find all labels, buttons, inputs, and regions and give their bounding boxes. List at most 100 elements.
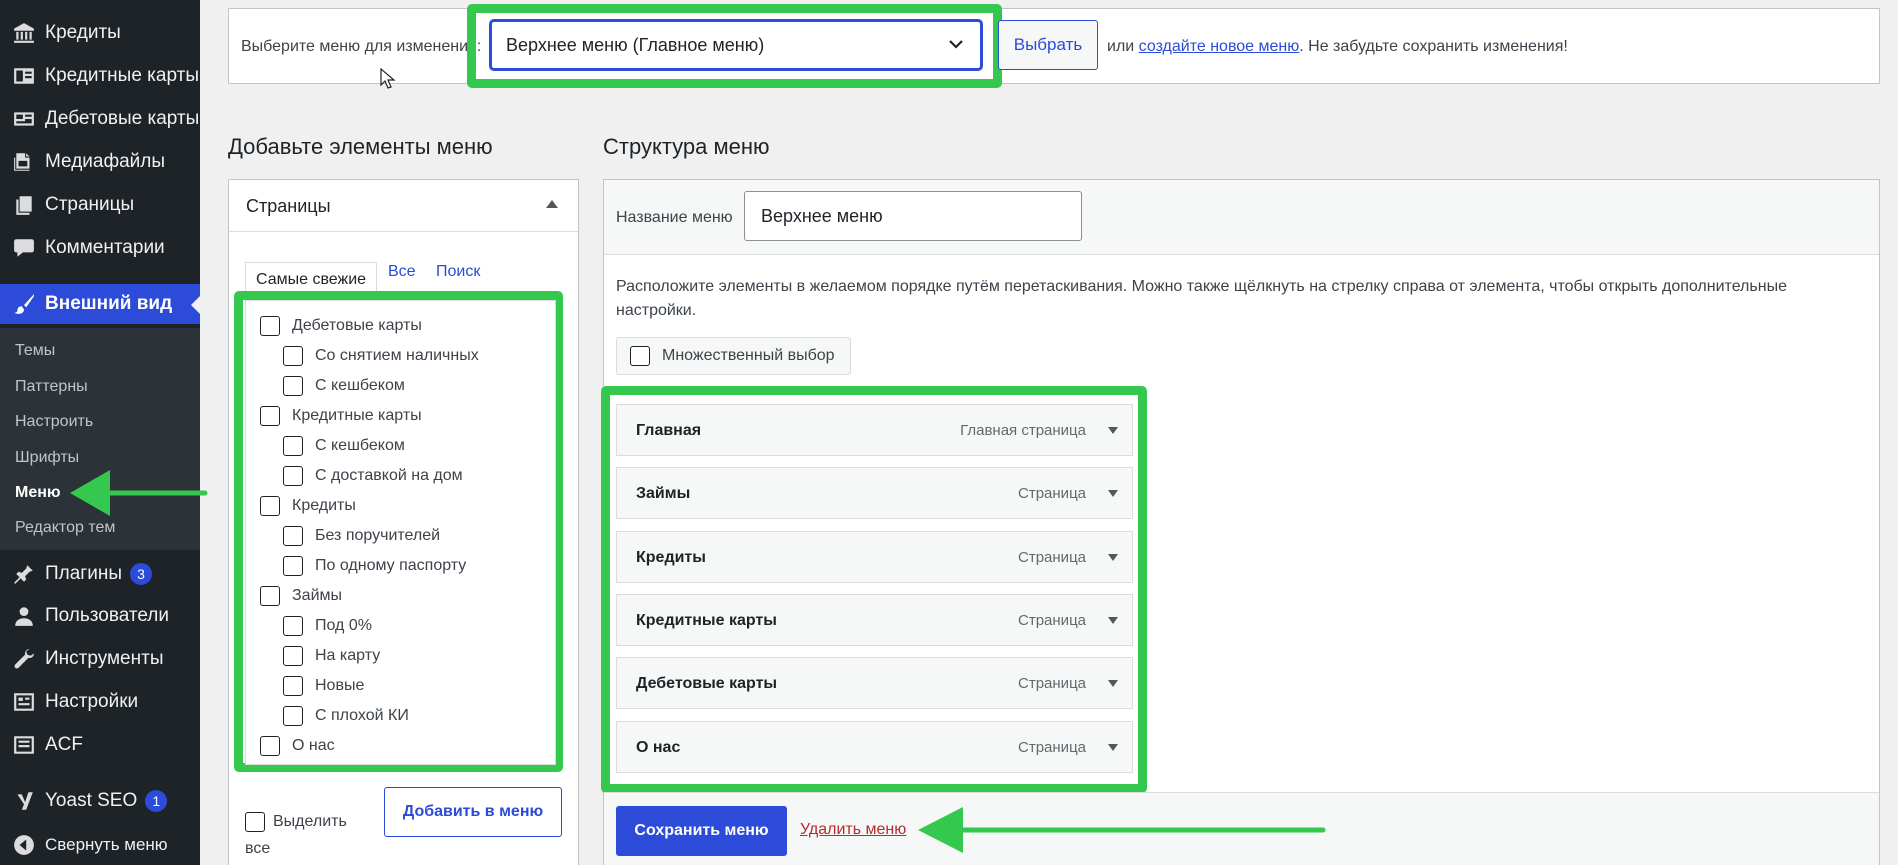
sidebar-item-credit-cards[interactable]: Кредитные карты [0, 56, 200, 96]
submenu-patterns[interactable]: Паттерны [15, 378, 88, 396]
card-icon [12, 107, 36, 131]
page-checkbox-row[interactable]: С кешбеком [283, 376, 405, 396]
media-icon [12, 150, 36, 174]
page-checkbox-row[interactable]: На карту [283, 646, 380, 666]
submenu-theme-editor[interactable]: Редактор тем [15, 519, 115, 537]
page-checkbox[interactable] [260, 736, 280, 756]
create-menu-hint: или создайте новое меню. Не забудьте сох… [1107, 38, 1568, 56]
sidebar-item-debit-cards[interactable]: Дебетовые карты [0, 99, 200, 139]
sidebar-item-comments[interactable]: Комментарии [0, 228, 200, 268]
caret-up-icon[interactable] [546, 200, 558, 208]
menu-item[interactable]: Займы Страница [616, 467, 1133, 519]
sidebar-item-pages[interactable]: Страницы [0, 185, 200, 225]
bulk-select-button[interactable]: Множественный выбор [616, 337, 851, 375]
page-checkbox[interactable] [260, 586, 280, 606]
page-checkbox[interactable] [283, 646, 303, 666]
select-all-checkbox[interactable] [245, 811, 265, 832]
page-checkbox[interactable] [283, 526, 303, 546]
page-checkbox-row[interactable]: Со снятием наличных [283, 346, 479, 366]
page-checkbox[interactable] [283, 676, 303, 696]
page-checkbox-row[interactable]: С кешбеком [283, 436, 405, 456]
tab-search[interactable]: Поиск [436, 263, 480, 281]
page-checkbox[interactable] [283, 436, 303, 456]
sidebar-item-label: Пользователи [45, 605, 170, 626]
expand-arrow-icon[interactable] [1108, 490, 1118, 497]
sidebar-item-appearance[interactable]: Внешний вид [0, 284, 200, 324]
brush-icon [12, 292, 36, 316]
bulk-select-checkbox[interactable] [630, 346, 650, 366]
page-checkbox-row[interactable]: С доставкой на дом [283, 466, 463, 486]
sidebar-item-label: Внешний вид [45, 293, 173, 314]
expand-arrow-icon[interactable] [1108, 617, 1118, 624]
sidebar-item-settings[interactable]: Настройки [0, 682, 200, 722]
sidebar-item-acf[interactable]: ACF [0, 725, 200, 765]
page-checkbox-row[interactable]: С плохой КИ [283, 706, 409, 726]
submenu-customize[interactable]: Настроить [15, 413, 93, 431]
submenu-themes[interactable]: Темы [15, 342, 55, 360]
menu-item[interactable]: Дебетовые карты Страница [616, 657, 1133, 709]
page-checkbox[interactable] [260, 316, 280, 336]
page-checkbox-label: Дебетовые карты [292, 317, 422, 334]
expand-arrow-icon[interactable] [1108, 427, 1118, 434]
page-checkbox[interactable] [283, 466, 303, 486]
expand-arrow-icon[interactable] [1108, 554, 1118, 561]
page-checkbox-row[interactable]: Новые [283, 676, 364, 696]
page-checkbox-label: С плохой КИ [315, 707, 409, 724]
tab-all[interactable]: Все [388, 263, 416, 281]
sidebar-item-plugins[interactable]: Плагины 3 [0, 554, 200, 594]
delete-menu-link[interactable]: Удалить меню [800, 821, 906, 839]
menu-item-type: Страница [1018, 485, 1086, 502]
page-checkbox[interactable] [283, 706, 303, 726]
sidebar-item-label: Инструменты [45, 648, 164, 669]
page-checkbox-row[interactable]: Кредитные карты [260, 406, 422, 426]
select-menu-label: Выберите меню для изменения: [241, 38, 482, 55]
submenu-menus[interactable]: Меню [15, 484, 61, 502]
menu-name-input[interactable] [744, 191, 1082, 241]
sidebar-item-media[interactable]: Медиафайлы [0, 142, 200, 182]
sidebar-item-label: Плагины [45, 563, 123, 584]
page-checkbox[interactable] [283, 616, 303, 636]
sidebar-item-tools[interactable]: Инструменты [0, 639, 200, 679]
sidebar-item-credits[interactable]: Кредиты [0, 13, 200, 53]
annotation-arrow-save [918, 807, 1326, 853]
id-card-icon [12, 64, 36, 88]
page-checkbox-row[interactable]: Кредиты [260, 496, 356, 516]
select-menu-button[interactable]: Выбрать [998, 20, 1098, 70]
page-checkbox-row[interactable]: Займы [260, 586, 342, 606]
page-checkbox-row[interactable]: Под 0% [283, 616, 372, 636]
expand-arrow-icon[interactable] [1108, 680, 1118, 687]
menu-item[interactable]: О нас Страница [616, 721, 1133, 773]
page-checkbox-label: По одному паспорту [315, 557, 467, 574]
menu-item[interactable]: Кредитные карты Страница [616, 594, 1133, 646]
page-checkbox-label: Со снятием наличных [315, 347, 479, 364]
menu-select-dropdown[interactable]: Верхнее меню (Главное меню) [490, 20, 982, 70]
sidebar-item-users[interactable]: Пользователи [0, 596, 200, 636]
page-checkbox-label: Кредитные карты [292, 407, 422, 424]
page-checkbox[interactable] [283, 346, 303, 366]
tab-most-recent[interactable]: Самые свежие [245, 262, 378, 294]
page-checkbox[interactable] [260, 496, 280, 516]
page-checkbox-row[interactable]: О нас [260, 736, 335, 756]
save-menu-button[interactable]: Сохранить меню [616, 806, 787, 856]
add-to-menu-button[interactable]: Добавить в меню [384, 787, 562, 837]
page-checkbox-row[interactable]: По одному паспорту [283, 556, 466, 576]
sidebar-item-label: Комментарии [45, 237, 165, 258]
page-checkbox-label: Кредиты [292, 497, 356, 514]
page-checkbox[interactable] [283, 556, 303, 576]
page-checkbox[interactable] [260, 406, 280, 426]
expand-arrow-icon[interactable] [1108, 744, 1118, 751]
menu-item[interactable]: Кредиты Страница [616, 531, 1133, 583]
collapse-menu-button[interactable]: Свернуть меню [0, 825, 200, 865]
menu-item-type: Главная страница [960, 422, 1086, 439]
menu-item[interactable]: Главная Главная страница [616, 404, 1133, 456]
menu-item-title: О нас [636, 739, 681, 756]
sidebar-item-yoast[interactable]: Yoast SEO 1 [0, 781, 200, 821]
pages-accordion-header[interactable]: Страницы [229, 180, 578, 232]
create-new-menu-link[interactable]: создайте новое меню [1139, 38, 1300, 55]
submenu-fonts[interactable]: Шрифты [15, 449, 79, 467]
select-all-control[interactable]: Выделить все [245, 808, 355, 862]
page-checkbox-row[interactable]: Дебетовые карты [260, 316, 422, 336]
menu-name-label: Название меню [616, 209, 733, 226]
page-checkbox-row[interactable]: Без поручителей [283, 526, 440, 546]
page-checkbox[interactable] [283, 376, 303, 396]
